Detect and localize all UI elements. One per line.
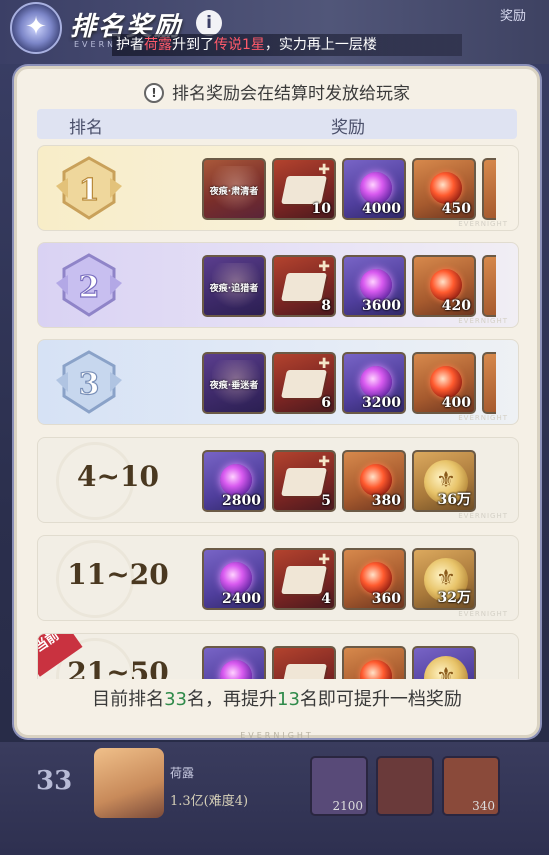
svg-text:2: 2 [79,270,100,305]
rank-range: 4~10 [77,460,159,493]
reward-red-orb-item[interactable]: 400 [412,352,476,414]
reward-orb-item[interactable] [202,646,266,679]
reward-card-item[interactable]: 夜痕·垂迷者 [202,352,266,414]
reward-gold-coin-item[interactable]: ⚜ [412,646,476,679]
notice: ! 排名奖励会在结算时发放给玩家 [17,79,537,104]
reward-book-item[interactable]: ✚ 6 [272,352,336,414]
svg-text:1: 1 [79,173,100,208]
reward-orb-item[interactable]: 3600 [342,255,406,317]
reward-row-4-10: 4~10 2800 ✚ 5 380 ⚜ 36万 EVERNIGHT [37,437,519,523]
reward-gold-coin-item[interactable]: ⚜ 36万 [412,450,476,512]
reward-orb-item[interactable]: 3200 [342,352,406,414]
reward-red-orb-item[interactable]: 420 [412,255,476,317]
broadcast-marquee: 护者荷露升到了传说1星，实力再上一层楼 [112,34,462,56]
reward-red-orb-item[interactable]: 450 [412,158,476,220]
reward-item-clipped[interactable] [482,352,496,414]
reward-orb-item[interactable]: 2400 [202,548,266,610]
exclamation-icon: ! [144,83,164,103]
ranking-reward-panel: ! 排名奖励会在结算时发放给玩家 排名 奖励 1 夜痕·肃清者 ✚ 10 4000 … [14,66,540,740]
reward-button[interactable]: 奖励 [488,0,538,34]
star-logo-icon: ✦ [10,2,62,54]
reward-card-item[interactable]: 夜痕·肃清者 [202,158,266,220]
rank-range: 21~50 [67,656,169,679]
reward-gold-coin-item[interactable]: ⚜ 32万 [412,548,476,610]
reward-row-2: 2 夜痕·追猎者 ✚ 8 3600 420 EVERNIGHT [37,242,519,328]
reward-book-item[interactable]: ✚ 5 [272,450,336,512]
reward-card [376,756,434,816]
progress-hint: 目前排名33名，再提升13名即可提升一档奖励 [92,689,462,710]
rank-3-medal-icon: 3 [56,350,122,414]
reward-row-3: 3 夜痕·垂迷者 ✚ 6 3200 400 EVERNIGHT [37,339,519,425]
reward-row-11-20: 11~20 2400 ✚ 4 360 ⚜ 32万 EVERNIGHT [37,535,519,621]
info-icon[interactable]: i [196,10,222,36]
reward-card-item[interactable]: 夜痕·追猎者 [202,255,266,317]
top-bar: ✦ 排名奖励 i EVERNIGHT 护者荷露升到了传说1星，实力再上一层楼 奖… [0,0,549,64]
reward-book-item[interactable]: ✚ 4 [272,548,336,610]
avatar [94,748,164,818]
svg-text:3: 3 [79,367,100,402]
puzzle-icon: ✚ [318,454,330,470]
my-score: 1.3亿(难度4) [170,794,249,809]
rank-1-medal-icon: 1 [56,156,122,220]
reward-book-item[interactable] [272,646,336,679]
reward-red-orb-item[interactable]: 360 [342,548,406,610]
reward-red-orb: 340 [442,756,500,816]
my-rank-number: 33 [36,766,73,796]
reward-row-21-50: 当前 21~50 ⚜ [37,633,519,679]
puzzle-icon: ✚ [318,259,330,275]
puzzle-icon: ✚ [318,356,330,372]
reward-orb-item[interactable]: 4000 [342,158,406,220]
reward-book-item[interactable]: ✚ 8 [272,255,336,317]
rank-2-medal-icon: 2 [56,253,122,317]
rank-range: 11~20 [67,558,169,591]
reward-list[interactable]: 1 夜痕·肃清者 ✚ 10 4000 450 EVERNIGHT 2 夜痕·追猎者… [37,145,519,679]
reward-row-1: 1 夜痕·肃清者 ✚ 10 4000 450 EVERNIGHT [37,145,519,231]
reward-red-orb-item[interactable] [342,646,406,679]
reward-item-clipped[interactable] [482,255,496,317]
my-name: 荷露 [170,766,195,780]
puzzle-icon: ✚ [318,162,330,178]
column-reward: 奖励 [331,118,365,138]
reward-orb-item[interactable]: 2800 [202,450,266,512]
reward-red-orb-item[interactable]: 380 [342,450,406,512]
reward-item-clipped[interactable] [482,158,496,220]
reward-book-item[interactable]: ✚ 10 [272,158,336,220]
column-rank: 排名 [69,118,103,138]
my-rank-row: 33 荷露 1.3亿(难度4) 2100 340 [0,742,549,855]
puzzle-icon: ✚ [318,552,330,568]
reward-orb: 2100 [310,756,368,816]
table-header: 排名 奖励 [37,109,517,139]
